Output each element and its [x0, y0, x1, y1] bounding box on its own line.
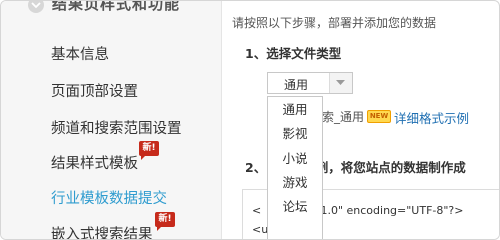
sidebar-item-result-style[interactable]: 结果样式模板	[51, 152, 138, 173]
dropdown-arrow-icon[interactable]	[329, 73, 352, 93]
example-text: 索_通用	[322, 110, 365, 124]
window-frame: 结果页样式和功能 基本信息 页面顶部设置 频道和搜索范围设置 结果样式模板 新!…	[0, 0, 500, 240]
collapse-chevron-icon[interactable]	[28, 1, 44, 13]
sidebar-item-embedded-search[interactable]: 嵌入式搜索结果	[51, 223, 153, 239]
sidebar: 结果页样式和功能 基本信息 页面顶部设置 频道和搜索范围设置 结果样式模板 新!…	[1, 1, 222, 239]
sidebar-header: 结果页样式和功能	[1, 0, 221, 21]
code-line-start: <	[252, 204, 262, 217]
sidebar-item-channel-scope[interactable]: 频道和搜索范围设置	[51, 117, 182, 138]
dropdown-option-novel[interactable]: 小说	[268, 146, 322, 172]
detailed-format-example-link[interactable]: 详细格式示例	[394, 108, 469, 127]
new-badge: 新!	[139, 141, 159, 160]
dropdown-option-game[interactable]: 游戏	[268, 170, 322, 196]
dropdown-option-general[interactable]: 通用	[268, 97, 322, 123]
step-2-number: 2、	[245, 160, 267, 175]
step-2-text: 示例，将您站点的数据制作成	[303, 160, 466, 175]
file-type-select[interactable]: 通用	[267, 72, 353, 94]
file-type-dropdown-list: 通用 影视 小说 游戏 论坛	[267, 96, 323, 239]
new-badge: 新!	[155, 212, 175, 231]
file-type-select-value: 通用	[284, 78, 309, 92]
main-content: 请按照以下步骤，部署并添加您的数据 1、选择文件类型 通用 索_通用 NEW 详…	[222, 1, 499, 239]
dropdown-option-forum[interactable]: 论坛	[268, 194, 322, 220]
sidebar-item-page-top[interactable]: 页面顶部设置	[51, 80, 138, 101]
step-1-heading: 1、选择文件类型	[245, 46, 342, 61]
code-line-end: n="1.0" encoding="UTF-8"?>	[299, 204, 464, 217]
dropdown-option-video[interactable]: 影视	[268, 121, 322, 147]
intro-text: 请按照以下步骤，部署并添加您的数据	[232, 16, 437, 30]
new-label: NEW	[367, 110, 391, 123]
sidebar-title: 结果页样式和功能	[52, 0, 181, 13]
sidebar-item-basic-info[interactable]: 基本信息	[51, 43, 109, 64]
sidebar-item-industry-template[interactable]: 行业模板数据提交	[51, 187, 167, 208]
